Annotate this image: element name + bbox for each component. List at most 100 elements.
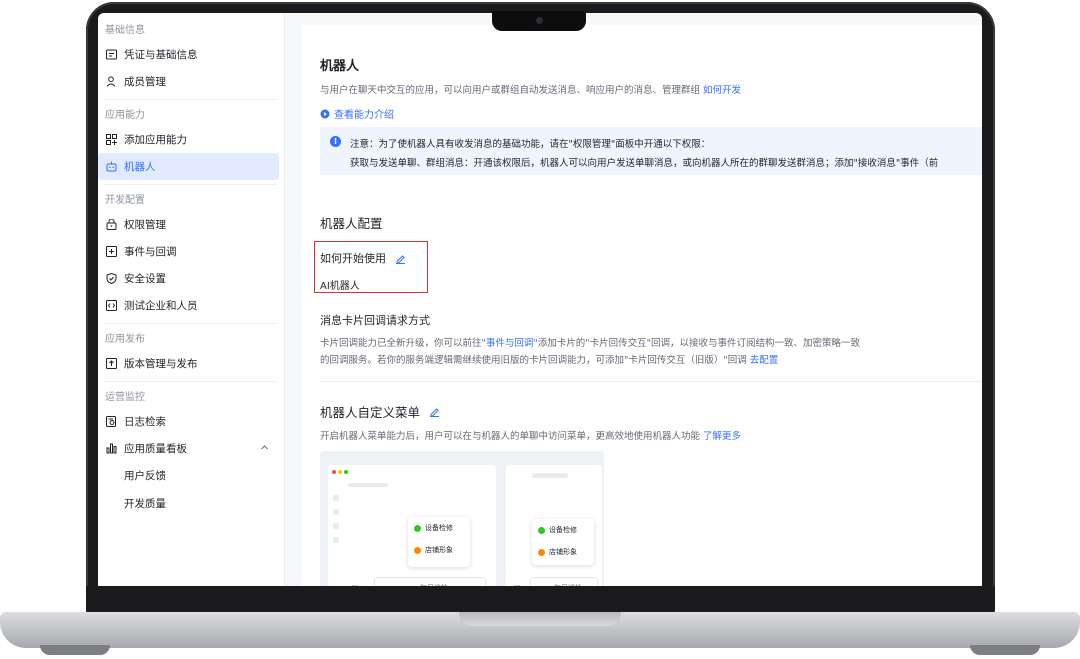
- divider: [104, 184, 276, 185]
- chart-icon: [105, 443, 117, 455]
- custom-menu-title-text: 机器人自定义菜单: [320, 405, 421, 420]
- card-callback-title: 消息卡片回调请求方式: [320, 314, 430, 327]
- card-callback-para-1: 卡片回调能力已全新升级，你可以前往"事件与回调"添加卡片的"卡片回传交互"回调，…: [320, 335, 860, 349]
- sidebar-item-logs[interactable]: 日志检索: [98, 408, 279, 435]
- wrench-icon: [538, 526, 545, 534]
- illustration-window-desktop: 设备检修 店铺形象 ◫ ≡ 每日巡检: [328, 465, 496, 586]
- card-text-c: 的回调服务。若你的服务端逻辑需继续使用旧版的卡片回调能力，可添加"卡片回传交互（…: [320, 355, 747, 366]
- howto-label-text: 如何开始使用: [320, 252, 386, 265]
- divider: [320, 381, 982, 382]
- sidebar-item-label: 事件与回调: [124, 246, 177, 258]
- divider: [104, 381, 276, 382]
- chevron-up-icon[interactable]: [260, 443, 269, 455]
- menu-item: 店铺形象: [532, 541, 594, 563]
- apps-icon: [105, 134, 117, 146]
- page-description: 与用户在聊天中交互的应用，可以向用户或群组自动发送消息、响应用户的消息、管理群组…: [320, 82, 741, 96]
- how-to-develop-link[interactable]: 如何开发: [703, 85, 741, 96]
- laptop-foot: [40, 645, 110, 655]
- card-text-a: 卡片回调能力已全新升级，你可以前往: [320, 338, 482, 349]
- placeholder-bar: [333, 523, 339, 529]
- events-callbacks-link[interactable]: "事件与回调": [482, 338, 538, 349]
- menu-popup: 设备检修 店铺形象: [408, 517, 470, 567]
- sidebar-item-label: 成员管理: [124, 76, 166, 88]
- sidebar-item-test[interactable]: 测试企业和人员: [98, 292, 279, 319]
- menu-item: 设备检修: [532, 519, 594, 541]
- test-icon: [105, 300, 117, 312]
- camera-icon: ◫: [508, 579, 526, 587]
- sidebar-item-label: 日志检索: [124, 416, 166, 428]
- upload-icon: [105, 358, 117, 370]
- howto-label: 如何开始使用: [320, 250, 406, 266]
- sidebar-item-members[interactable]: 成员管理: [98, 68, 279, 95]
- menu-item-label: 店铺形象: [425, 546, 453, 554]
- custom-menu-title: 机器人自定义菜单: [320, 402, 440, 421]
- view-capabilities-label: 查看能力介绍: [334, 110, 394, 121]
- placeholder-bar: [333, 509, 339, 515]
- placeholder-bar: [532, 473, 568, 478]
- sidebar-subitem-feedback[interactable]: 用户反馈: [98, 462, 284, 490]
- sidebar-section-dev: 开发配置: [105, 195, 145, 206]
- placeholder-bar: [348, 483, 388, 487]
- robot-icon: [105, 161, 117, 173]
- sidebar-section-monitor: 运营监控: [105, 392, 145, 403]
- menu-desc-text: 开启机器人菜单能力后，用户可以在与机器人的单聊中访问菜单，更高效地使用机器人功能: [320, 431, 701, 442]
- sidebar-item-label: 凭证与基础信息: [124, 49, 198, 61]
- sidebar-item-permissions[interactable]: 权限管理: [98, 211, 279, 238]
- main-panel: 机器人 与用户在聊天中交互的应用，可以向用户或群组自动发送消息、响应用户的消息、…: [302, 25, 982, 586]
- notice-line-1: 注意：为了使机器人具有收发消息的基础功能，请在"权限管理"面板中开通以下权限：: [350, 139, 711, 150]
- edit-icon[interactable]: [429, 406, 440, 417]
- sidebar-item-label: 权限管理: [124, 219, 166, 231]
- sidebar-item-label: 版本管理与发布: [124, 358, 198, 370]
- sidebar-section-basic: 基础信息: [105, 25, 145, 36]
- lock-icon: [105, 219, 117, 231]
- sidebar-item-security[interactable]: 安全设置: [98, 265, 279, 292]
- sidebar-item-quality[interactable]: 应用质量看板: [98, 435, 279, 462]
- view-capabilities-link[interactable]: 查看能力介绍: [320, 106, 394, 121]
- store-icon: [538, 548, 545, 556]
- sidebar-item-credentials[interactable]: 凭证与基础信息: [98, 41, 279, 68]
- divider: [104, 99, 276, 100]
- shield-icon: [105, 273, 117, 285]
- camera-icon: ◫: [346, 579, 364, 587]
- sidebar-item-events[interactable]: 事件与回调: [98, 238, 279, 265]
- notice-banner: i 注意：为了使机器人具有收发消息的基础功能，请在"权限管理"面板中开通以下权限…: [320, 127, 982, 175]
- laptop-foot: [970, 645, 1040, 655]
- menu-popup: 设备检修 店铺形象: [532, 519, 594, 565]
- sidebar-item-add-capability[interactable]: 添加应用能力: [98, 126, 279, 153]
- wrench-icon: [414, 524, 421, 532]
- window-dot: [338, 470, 342, 474]
- member-icon: [105, 76, 117, 88]
- sidebar-item-label: 测试企业和人员: [124, 300, 198, 312]
- sidebar-section-release: 应用发布: [105, 334, 145, 345]
- play-circle-icon: [320, 109, 330, 119]
- log-icon: [105, 416, 117, 428]
- window-dot: [332, 470, 336, 474]
- menu-bar: ≡ 每日巡检: [530, 577, 598, 586]
- notice-line-2: 获取与发送单聊、群组消息：开通该权限后，机器人可以向用户发送单聊消息，或向机器人…: [350, 158, 939, 169]
- divider: [104, 323, 276, 324]
- placeholder-bar: [333, 495, 339, 501]
- sidebar-item-label: 机器人: [124, 161, 156, 173]
- page-title: 机器人: [320, 59, 360, 74]
- config-section-title: 机器人配置: [320, 216, 383, 231]
- howto-value: AI机器人: [320, 281, 360, 292]
- description-text: 与用户在聊天中交互的应用，可以向用户或群组自动发送消息、响应用户的消息、管理群组: [320, 85, 701, 96]
- sidebar-item-label: 添加应用能力: [124, 134, 187, 146]
- sidebar: 基础信息 凭证与基础信息 成员管理 应用能力 添加应用能力 机器人 开发配置 权…: [98, 13, 285, 586]
- learn-more-link[interactable]: 了解更多: [703, 431, 741, 442]
- custom-menu-description: 开启机器人菜单能力后，用户可以在与机器人的单聊中访问菜单，更高效地使用机器人功能…: [320, 428, 741, 442]
- menu-item-label: 设备检修: [425, 524, 453, 532]
- store-icon: [414, 546, 421, 554]
- sidebar-item-label: 应用质量看板: [124, 443, 187, 455]
- illustration-window-mobile: 设备检修 店铺形象 ◫ ≡ 每日巡检: [506, 465, 602, 586]
- sidebar-subitem-dev-quality[interactable]: 开发质量: [98, 490, 284, 518]
- menu-item-label: 店铺形象: [549, 548, 577, 556]
- sidebar-item-versions[interactable]: 版本管理与发布: [98, 350, 279, 377]
- info-icon: i: [330, 136, 341, 147]
- screen: 基础信息 凭证与基础信息 成员管理 应用能力 添加应用能力 机器人 开发配置 权…: [98, 13, 982, 586]
- sidebar-section-capabilities: 应用能力: [105, 110, 145, 121]
- go-configure-link[interactable]: 去配置: [750, 355, 779, 366]
- menu-item: 店铺形象: [408, 539, 470, 561]
- sidebar-item-robot[interactable]: 机器人: [98, 153, 279, 180]
- edit-icon[interactable]: [395, 253, 406, 264]
